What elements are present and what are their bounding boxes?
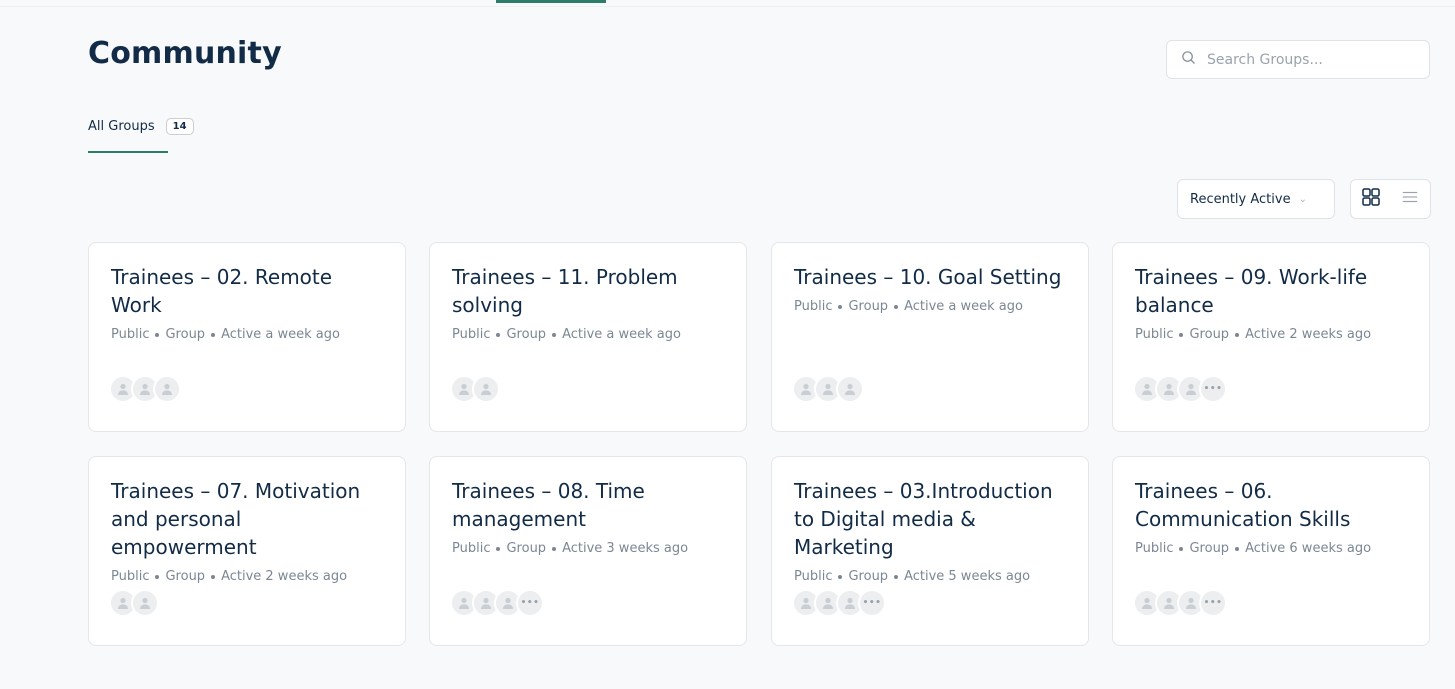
group-activity: Active a week ago [221,327,340,342]
group-meta: Public Group Active 2 weeks ago [1135,327,1407,342]
meta-separator [1235,546,1240,551]
ellipsis-icon: ••• [516,589,544,617]
member-avatars [109,375,181,403]
tab-count-badge: 14 [165,118,194,135]
group-card[interactable]: Trainees – 02. Remote Work Public Group … [88,242,406,432]
group-type: Group [165,569,206,584]
group-privacy: Public [794,299,833,314]
meta-separator [552,546,557,551]
group-type: Group [165,327,206,342]
chevron-down-icon: ⌄ [1298,193,1307,205]
group-title[interactable]: Trainees – 10. Goal Setting [794,263,1066,291]
sort-selected-label: Recently Active [1190,191,1291,207]
tab-all-groups[interactable]: All Groups 14 [88,118,194,135]
group-activity: Active a week ago [562,327,681,342]
grid-view-button[interactable] [1351,180,1391,218]
group-meta: Public Group Active 3 weeks ago [452,541,724,556]
search-icon [1181,50,1196,69]
member-avatars [450,375,500,403]
group-title[interactable]: Trainees – 08. Time management [452,477,724,533]
group-activity: Active 2 weeks ago [1245,327,1372,342]
meta-separator [155,332,160,337]
group-privacy: Public [1135,327,1174,342]
member-avatars: ••• [1133,589,1227,617]
meta-separator [1179,332,1184,337]
group-activity: Active a week ago [904,299,1023,314]
meta-separator [552,332,557,337]
group-card[interactable]: Trainees – 11. Problem solving Public Gr… [429,242,747,432]
list-view-icon [1401,188,1419,210]
list-view-button[interactable] [1391,180,1431,218]
group-meta: Public Group Active a week ago [452,327,724,342]
meta-separator [894,574,899,579]
member-avatars: ••• [450,589,544,617]
group-title[interactable]: Trainees – 02. Remote Work [111,263,383,319]
group-meta: Public Group Active 5 weeks ago [794,569,1066,584]
meta-separator [155,574,160,579]
group-privacy: Public [1135,541,1174,556]
meta-separator [838,304,843,309]
group-card[interactable]: Trainees – 10. Goal Setting Public Group… [771,242,1089,432]
sort-dropdown[interactable]: Recently Active ⌄ [1177,179,1335,219]
user-icon [131,589,159,617]
ellipsis-icon: ••• [1199,589,1227,617]
group-title[interactable]: Trainees – 07. Motivation and personal e… [111,477,383,561]
group-privacy: Public [452,541,491,556]
view-toggle [1350,179,1431,219]
group-privacy: Public [111,327,150,342]
meta-separator [894,304,899,309]
group-meta: Public Group Active a week ago [794,299,1066,314]
user-icon [836,375,864,403]
search-groups[interactable] [1166,40,1430,79]
group-activity: Active 6 weeks ago [1245,541,1372,556]
group-type: Group [1189,327,1230,342]
group-type: Group [848,569,889,584]
meta-separator [211,332,216,337]
group-activity: Active 5 weeks ago [904,569,1031,584]
group-activity: Active 3 weeks ago [562,541,689,556]
page-title: Community [88,36,282,71]
user-icon [472,375,500,403]
group-meta: Public Group Active 6 weeks ago [1135,541,1407,556]
group-title[interactable]: Trainees – 03.Introduction to Digital me… [794,477,1066,561]
group-type: Group [506,327,547,342]
group-card[interactable]: Trainees – 07. Motivation and personal e… [88,456,406,646]
meta-separator [1235,332,1240,337]
group-type: Group [506,541,547,556]
group-title[interactable]: Trainees – 11. Problem solving [452,263,724,319]
header-divider [0,6,1455,7]
meta-separator [211,574,216,579]
member-avatars [109,589,159,617]
group-title[interactable]: Trainees – 06. Communication Skills [1135,477,1407,533]
group-meta: Public Group Active a week ago [111,327,383,342]
user-icon [153,375,181,403]
tab-label: All Groups [88,119,155,134]
member-avatars: ••• [1133,375,1227,403]
group-card[interactable]: Trainees – 06. Communication Skills Publ… [1112,456,1430,646]
meta-separator [838,574,843,579]
group-privacy: Public [111,569,150,584]
ellipsis-icon: ••• [1199,375,1227,403]
group-type: Group [848,299,889,314]
tab-active-underline [88,151,168,153]
group-privacy: Public [452,327,491,342]
meta-separator [496,546,501,551]
group-privacy: Public [794,569,833,584]
group-card[interactable]: Trainees – 08. Time management Public Gr… [429,456,747,646]
member-avatars [792,375,864,403]
search-input[interactable] [1205,50,1429,69]
group-card[interactable]: Trainees – 09. Work-life balance Public … [1112,242,1430,432]
group-meta: Public Group Active 2 weeks ago [111,569,383,584]
member-avatars: ••• [792,589,886,617]
nav-active-indicator [496,0,606,3]
group-card[interactable]: Trainees – 03.Introduction to Digital me… [771,456,1089,646]
grid-view-icon [1361,187,1381,211]
group-type: Group [1189,541,1230,556]
group-title[interactable]: Trainees – 09. Work-life balance [1135,263,1407,319]
ellipsis-icon: ••• [858,589,886,617]
meta-separator [496,332,501,337]
group-activity: Active 2 weeks ago [221,569,348,584]
meta-separator [1179,546,1184,551]
